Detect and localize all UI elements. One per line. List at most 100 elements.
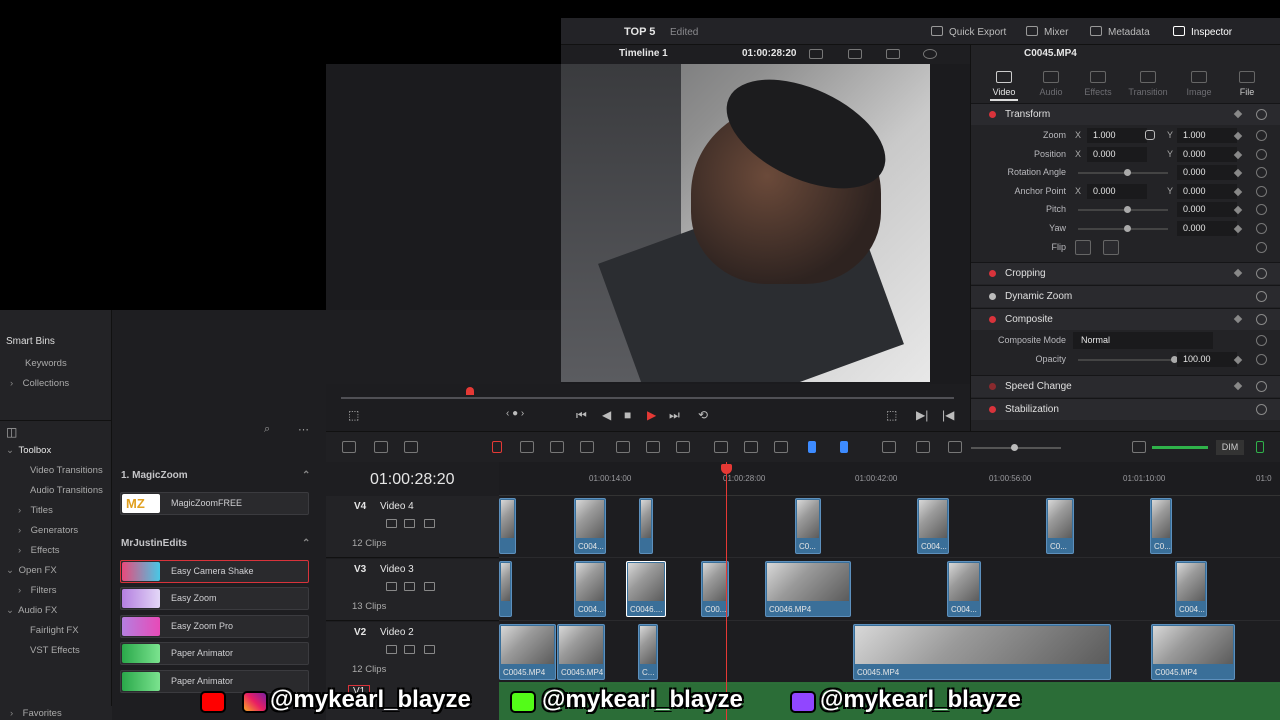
position-x-field[interactable]: 0.000 xyxy=(1087,147,1147,162)
keyframe-icon[interactable] xyxy=(1233,381,1243,391)
stabilization-section[interactable]: Stabilization xyxy=(971,398,1280,420)
track-visibility-icon[interactable] xyxy=(424,519,435,528)
keyframe-icon[interactable] xyxy=(1233,314,1243,324)
timeline-clip[interactable] xyxy=(499,498,516,554)
track-visibility-icon[interactable] xyxy=(424,582,435,591)
timeline-clip[interactable]: C0045.MP4 xyxy=(499,624,556,680)
snapping-icon[interactable] xyxy=(714,441,728,453)
flip-vertical-icon[interactable] xyxy=(1103,240,1119,255)
scrub-playhead[interactable] xyxy=(466,387,474,395)
reset-icon[interactable] xyxy=(1256,354,1267,365)
timeline-clip[interactable]: C004... xyxy=(947,561,981,617)
enable-dot-icon[interactable] xyxy=(989,270,996,277)
view-icon[interactable] xyxy=(374,441,388,453)
composite-mode-select[interactable]: Normal xyxy=(1073,332,1213,349)
reset-icon[interactable] xyxy=(1256,223,1267,234)
search-icon[interactable]: ⌕ xyxy=(264,423,270,436)
enable-dot-icon[interactable] xyxy=(989,293,996,300)
opacity-slider[interactable] xyxy=(1078,356,1178,363)
reset-icon[interactable] xyxy=(1256,268,1267,279)
dynamic-trim-icon[interactable] xyxy=(580,441,594,453)
dynamic-zoom-section[interactable]: Dynamic Zoom xyxy=(971,285,1280,307)
zoom-full-icon[interactable] xyxy=(882,441,896,453)
rotation-field[interactable]: 0.000 xyxy=(1177,165,1237,180)
dim-button[interactable]: DIM xyxy=(1216,440,1244,455)
sidebar-item-vst-effects[interactable]: VST Effects xyxy=(30,645,80,656)
speaker-icon[interactable] xyxy=(1132,441,1146,453)
loop-icon[interactable]: ⟲ xyxy=(698,408,708,422)
volume-slider[interactable] xyxy=(1152,446,1208,449)
tab-video[interactable]: Video xyxy=(984,71,1024,101)
sidebar-item-video-transitions[interactable]: Video Transitions xyxy=(30,465,103,476)
mixer-button[interactable]: Mixer xyxy=(1026,26,1068,38)
chevron-up-icon[interactable]: ⌃ xyxy=(302,470,310,481)
anchor-y-field[interactable]: 0.000 xyxy=(1177,184,1237,199)
anchor-x-field[interactable]: 0.000 xyxy=(1087,184,1147,199)
sidebar-item-collections[interactable]: › Collections xyxy=(10,378,69,389)
match-frame-icon[interactable]: ⬚ xyxy=(886,408,897,422)
timeline-clip[interactable]: C004... xyxy=(574,498,606,554)
yaw-field[interactable]: 0.000 xyxy=(1177,221,1237,236)
blade-tool-icon[interactable] xyxy=(550,441,564,453)
effect-item[interactable]: Easy Zoom Pro xyxy=(120,615,309,638)
zoom-detail-icon[interactable] xyxy=(916,441,930,453)
timeline-clip[interactable] xyxy=(499,561,512,617)
flag-icon[interactable] xyxy=(808,441,816,453)
sidebar-item-open-fx[interactable]: ⌄ Open FX xyxy=(6,565,57,576)
selection-tool-icon[interactable] xyxy=(492,441,502,453)
step-back-icon[interactable]: ◀ xyxy=(602,408,611,422)
sidebar-item-favorites[interactable]: › Favorites xyxy=(10,708,62,719)
microphone-icon[interactable] xyxy=(404,441,418,453)
effect-item[interactable]: Easy Zoom xyxy=(120,587,309,610)
reset-icon[interactable] xyxy=(1256,381,1267,392)
timeline-playhead[interactable] xyxy=(721,462,732,720)
tab-transition[interactable]: Transition xyxy=(1128,71,1168,97)
skip-end-icon[interactable]: ⏭ xyxy=(669,408,680,423)
sidebar-item-audio-fx[interactable]: ⌄ Audio FX xyxy=(6,605,57,616)
effect-item[interactable]: Paper Animator xyxy=(120,642,309,665)
timeline-clip[interactable]: C0045.MP4 xyxy=(853,624,1111,680)
timeline-clip[interactable]: C0... xyxy=(1046,498,1074,554)
reset-icon[interactable] xyxy=(1256,186,1267,197)
timeline-name[interactable]: Timeline 1 xyxy=(619,48,668,59)
lock-icon[interactable] xyxy=(386,582,397,591)
position-y-field[interactable]: 0.000 xyxy=(1177,147,1237,162)
link-icon[interactable] xyxy=(1145,130,1155,140)
reset-icon[interactable] xyxy=(1256,314,1267,325)
group-magiczoom[interactable]: 1. MagicZoom ⌃ xyxy=(121,470,310,481)
play-icon[interactable]: ▶ xyxy=(647,408,656,422)
tab-audio[interactable]: Audio xyxy=(1031,71,1071,97)
panel-toggle-icon[interactable]: ◫ xyxy=(6,425,17,439)
lock-icon[interactable] xyxy=(386,645,397,654)
track-header-v2[interactable]: V2 Video 2 12 Clips xyxy=(326,622,499,684)
viewer-crop-icon[interactable]: ⬚ xyxy=(348,408,359,422)
quick-export-button[interactable]: Quick Export xyxy=(931,26,1006,38)
keyframe-icon[interactable] xyxy=(1233,109,1243,119)
replace-clip-icon[interactable] xyxy=(676,441,690,453)
skip-start-icon[interactable]: ⏮ xyxy=(576,408,587,423)
timeline-clip[interactable]: C... xyxy=(638,624,658,680)
zoom-custom-icon[interactable] xyxy=(948,441,962,453)
reset-icon[interactable] xyxy=(1256,404,1267,415)
auto-select-icon[interactable] xyxy=(404,519,415,528)
track-visibility-icon[interactable] xyxy=(424,645,435,654)
nav-arrows-icon[interactable]: ‹ ● › xyxy=(506,408,524,419)
insert-clip-icon[interactable] xyxy=(616,441,630,453)
effect-item[interactable]: Easy Camera Shake xyxy=(120,560,309,583)
sidebar-item-effects[interactable]: › Effects xyxy=(18,545,60,556)
timeline-clip[interactable]: C004... xyxy=(1175,561,1207,617)
sidebar-item-toolbox[interactable]: ⌄ Toolbox xyxy=(6,445,51,456)
metadata-button[interactable]: Metadata xyxy=(1090,26,1150,38)
track-header-v4[interactable]: V4 Video 4 12 Clips xyxy=(326,496,499,558)
reset-icon[interactable] xyxy=(1256,130,1267,141)
link-icon[interactable] xyxy=(744,441,758,453)
keyframe-icon[interactable] xyxy=(1233,268,1243,278)
sidebar-item-filters[interactable]: › Filters xyxy=(18,585,57,596)
scrub-bar[interactable] xyxy=(341,397,954,399)
enable-dot-icon[interactable] xyxy=(989,406,996,413)
sidebar-item-fairlight-fx[interactable]: Fairlight FX xyxy=(30,625,79,636)
reset-icon[interactable] xyxy=(1256,242,1267,253)
lock-icon[interactable] xyxy=(386,519,397,528)
chevron-up-icon[interactable]: ⌃ xyxy=(302,538,310,549)
enable-dot-icon[interactable] xyxy=(989,316,996,323)
